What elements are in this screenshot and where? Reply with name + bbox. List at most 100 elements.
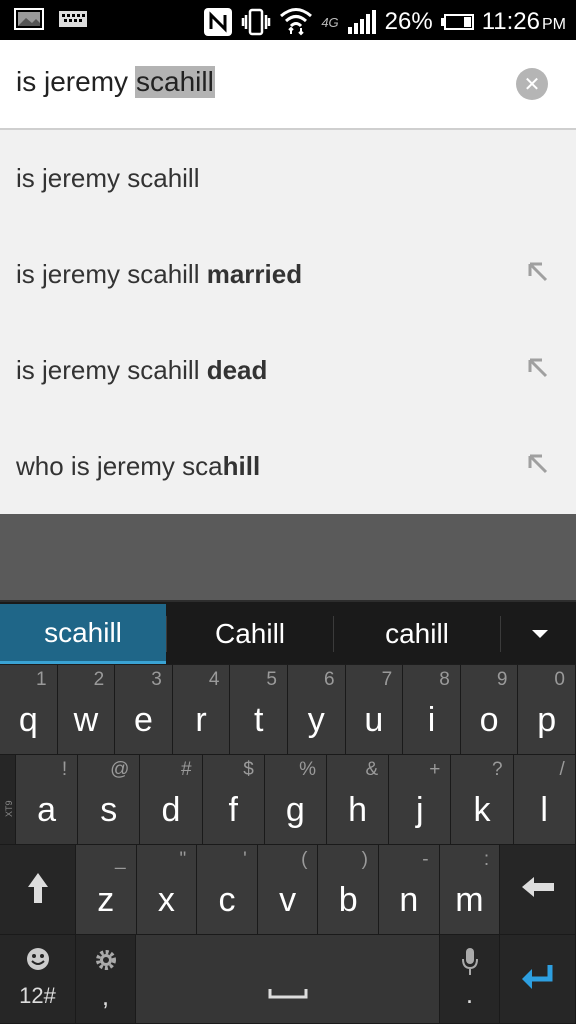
symbols-key[interactable]: 12# [0, 935, 76, 1024]
key-label: u [364, 701, 384, 739]
expand-predictions-icon[interactable] [532, 630, 548, 638]
key-v[interactable]: (v [257, 845, 319, 935]
backspace-key[interactable] [500, 845, 576, 935]
smiley-icon [27, 948, 49, 970]
enter-icon [522, 965, 553, 989]
search-bar[interactable]: is jeremy scahill ✕ [0, 40, 576, 130]
key-z[interactable]: _ z [76, 845, 137, 935]
key-hint: 0 [554, 669, 565, 690]
key-p[interactable]: 0p [518, 665, 576, 755]
key-hint: 9 [496, 669, 508, 690]
suggestion-list: is jeremy scahill is jeremy scahill marr… [0, 130, 576, 514]
shift-icon [28, 873, 48, 903]
clock: 11:26 PM [482, 8, 566, 36]
key-label: a [37, 791, 57, 829]
keyboard-icon [59, 11, 87, 27]
key-label: y [307, 701, 325, 739]
suggestion-item[interactable]: is jeremy scahill dead [0, 322, 576, 418]
insert-suggestion-arrow-icon[interactable] [526, 452, 550, 476]
key-o[interactable]: 9o [460, 665, 519, 755]
key-hint: ? [492, 759, 503, 780]
key-c[interactable]: ' c [197, 845, 258, 935]
clear-search-button[interactable]: ✕ [516, 68, 548, 100]
key-hint: # [181, 759, 192, 780]
battery-icon [440, 14, 474, 30]
key-d[interactable]: # d [140, 755, 203, 845]
comma-label: , [101, 981, 110, 1011]
suggestion-plain-text: who is jeremy sca [16, 450, 223, 481]
key-a[interactable]: ! a [16, 755, 79, 845]
suggestion-plain-text: is jeremy scahill [16, 162, 200, 193]
suggestion-bold-text: hill [222, 450, 261, 481]
mic-period-key[interactable]: . [440, 935, 500, 1024]
key-label: e [134, 701, 153, 739]
key-y[interactable]: 6y [288, 665, 346, 755]
key-hint: 3 [151, 669, 162, 690]
xt9-side-key[interactable]: XT9 [0, 755, 16, 845]
clock-time: 11:26 [481, 8, 540, 35]
key-label: p [537, 701, 557, 739]
key-label: r [195, 701, 207, 739]
suggestion-item[interactable]: who is jeremy sca hill [0, 418, 576, 514]
suggestion-item[interactable]: is jeremy scahill married [0, 226, 576, 322]
suggestion-plain-text: is jeremy scahill [16, 354, 207, 385]
backspace-icon [522, 877, 554, 897]
shift-key[interactable] [0, 845, 76, 935]
key-hint: _ [115, 849, 126, 870]
key-k[interactable]: ? k [451, 755, 514, 845]
image-icon [14, 8, 44, 30]
key-r[interactable]: 4r [172, 665, 231, 755]
insert-suggestion-arrow-icon[interactable] [526, 260, 550, 284]
vibrate-icon [242, 8, 271, 36]
prediction-item[interactable]: Cahill [167, 604, 333, 664]
key-f[interactable]: $ f [202, 755, 265, 845]
key-b[interactable]: ) b [318, 845, 379, 935]
space-icon [268, 989, 308, 999]
prediction-item[interactable]: cahill [334, 604, 500, 664]
key-label: q [18, 701, 38, 739]
key-hint: / [559, 759, 565, 780]
key-label: f [228, 791, 238, 829]
clock-ampm: PM [542, 16, 566, 33]
key-label: g [285, 791, 305, 829]
nfc-icon [204, 8, 233, 36]
close-icon: ✕ [523, 73, 541, 96]
key-g[interactable]: % g [264, 755, 327, 845]
key-hint: : [483, 849, 490, 870]
key-x[interactable]: " x [136, 845, 198, 935]
network-type-label: 4G [321, 14, 339, 30]
key-t[interactable]: 5t [230, 665, 288, 755]
key-h[interactable]: & h [327, 755, 390, 845]
suggestion-item[interactable]: is jeremy scahill [0, 130, 576, 226]
settings-comma-key[interactable]: , [76, 935, 136, 1024]
key-hint: & [365, 759, 379, 780]
key-m[interactable]: :m [439, 845, 501, 935]
key-j[interactable]: + j [389, 755, 452, 845]
key-q[interactable]: 1q [0, 665, 58, 755]
enter-key[interactable] [500, 935, 576, 1024]
key-label: i [427, 701, 436, 739]
key-hint: @ [110, 759, 130, 780]
key-n[interactable]: -n [379, 845, 440, 935]
key-s[interactable]: @ s [78, 755, 141, 845]
key-label: s [100, 791, 118, 829]
key-w[interactable]: 2w [57, 665, 116, 755]
key-i[interactable]: 8i [403, 665, 461, 755]
suggestion-plain-text: is jeremy scahill [16, 258, 207, 289]
key-hint: " [179, 849, 187, 870]
insert-suggestion-arrow-icon[interactable] [526, 356, 550, 380]
key-label: c [218, 881, 236, 919]
key-label: t [253, 701, 264, 739]
key-e[interactable]: 3e [115, 665, 173, 755]
xt9-label: XT9 [4, 800, 14, 817]
microphone-icon [462, 948, 478, 975]
space-key[interactable] [136, 935, 440, 1024]
key-hint: 4 [208, 669, 220, 690]
key-hint: 2 [93, 669, 105, 690]
key-u[interactable]: 7u [345, 665, 404, 755]
prediction-selected[interactable]: scahill [0, 604, 166, 664]
key-l[interactable]: / l [513, 755, 576, 845]
wifi-icon [280, 8, 313, 36]
search-input[interactable]: is jeremy scahill [16, 66, 215, 98]
key-label: l [540, 791, 548, 829]
